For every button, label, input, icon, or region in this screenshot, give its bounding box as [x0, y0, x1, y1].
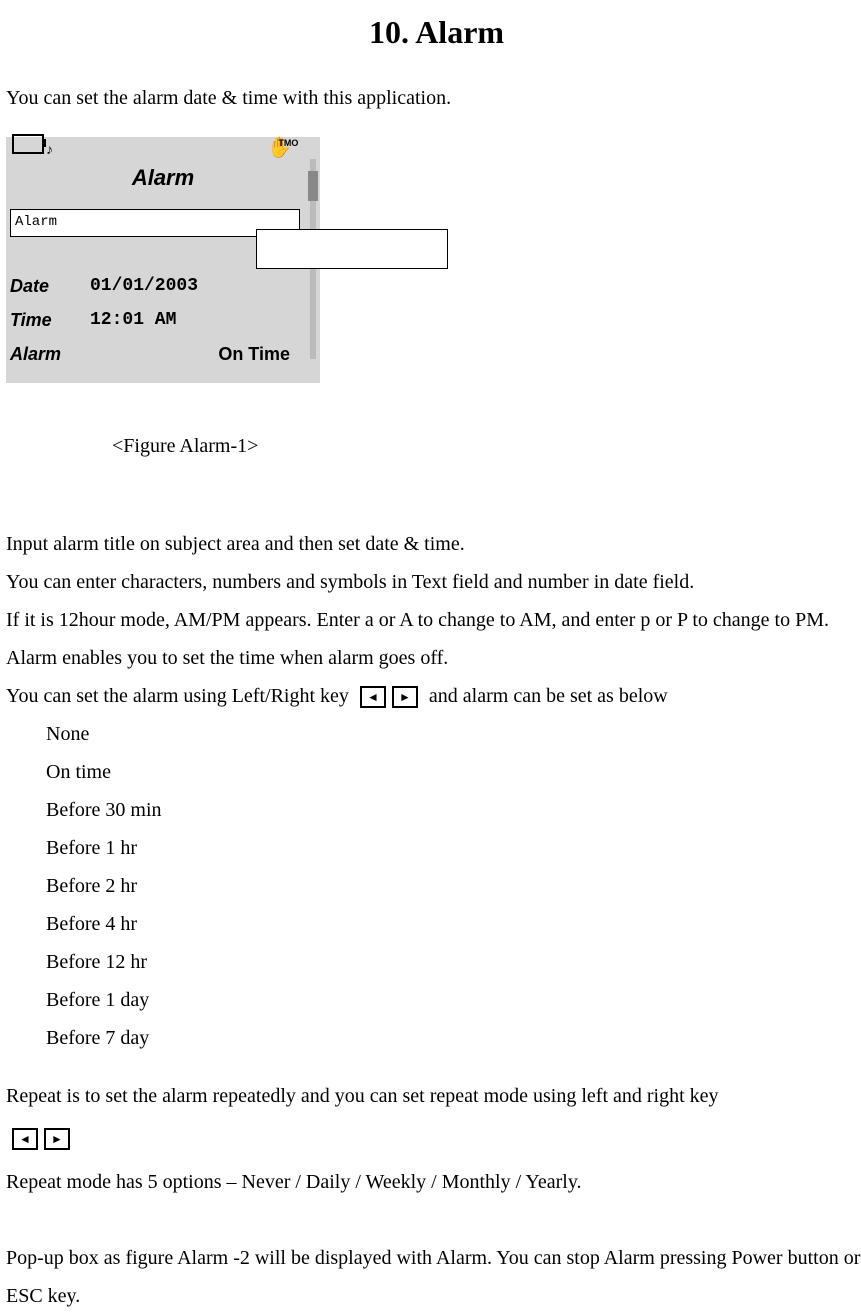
battery-icon: ♪: [12, 129, 53, 167]
time-label: Time: [10, 303, 90, 337]
alarm-options-list: None On time Before 30 min Before 1 hr B…: [46, 715, 861, 1057]
list-item: Before 12 hr: [46, 943, 861, 981]
paragraph-5: You can set the alarm using Left/Right k…: [6, 677, 861, 715]
left-right-key-icons: [360, 686, 418, 708]
right-key-icon: [392, 686, 418, 708]
paragraph-6: Repeat is to set the alarm repeatedly an…: [6, 1077, 861, 1115]
paragraph-7: Repeat mode has 5 options – Never / Dail…: [6, 1163, 861, 1201]
intro-text: You can set the alarm date & time with t…: [6, 79, 861, 117]
scrollbar-thumb: [308, 171, 318, 201]
paragraph-3: If it is 12hour mode, AM/PM appears. Ent…: [6, 601, 861, 639]
paragraph-1: Input alarm title on subject area and th…: [6, 525, 861, 563]
hand-icon: ✋: [267, 129, 292, 167]
blank-callout: [256, 229, 448, 269]
list-item: Before 1 hr: [46, 829, 861, 867]
list-item: Before 7 day: [46, 1019, 861, 1057]
para5-part-a: You can set the alarm using Left/Right k…: [6, 685, 349, 707]
time-value: 12:01 AM: [90, 303, 176, 337]
screenshot-topbar: ♪ ✋: [6, 137, 298, 159]
page-title: 10. Alarm: [6, 2, 861, 63]
alarm-label: Alarm: [10, 337, 90, 371]
list-item: None: [46, 715, 861, 753]
list-item: Before 1 day: [46, 981, 861, 1019]
left-key-icon: [360, 686, 386, 708]
left-right-key-icons-block: [6, 1119, 861, 1157]
right-key-icon: [44, 1128, 70, 1150]
list-item: Before 30 min: [46, 791, 861, 829]
left-key-icon: [12, 1128, 38, 1150]
paragraph-8: Pop-up box as figure Alarm -2 will be di…: [6, 1239, 861, 1315]
figure-area: ♪ ✋ TMO MAY Alarm Subject Alarm Date 01/…: [6, 137, 861, 397]
paragraph-4: Alarm enables you to set the time when a…: [6, 639, 861, 677]
alarm-value: On Time: [218, 337, 290, 371]
list-item: Before 4 hr: [46, 905, 861, 943]
date-label: Date: [10, 269, 90, 303]
figure-caption: <Figure Alarm-1>: [112, 427, 861, 465]
list-item: Before 2 hr: [46, 867, 861, 905]
date-value: 01/01/2003: [90, 269, 198, 303]
list-item: On time: [46, 753, 861, 791]
para5-part-b: and alarm can be set as below: [429, 685, 668, 707]
paragraph-2: You can enter characters, numbers and sy…: [6, 563, 861, 601]
